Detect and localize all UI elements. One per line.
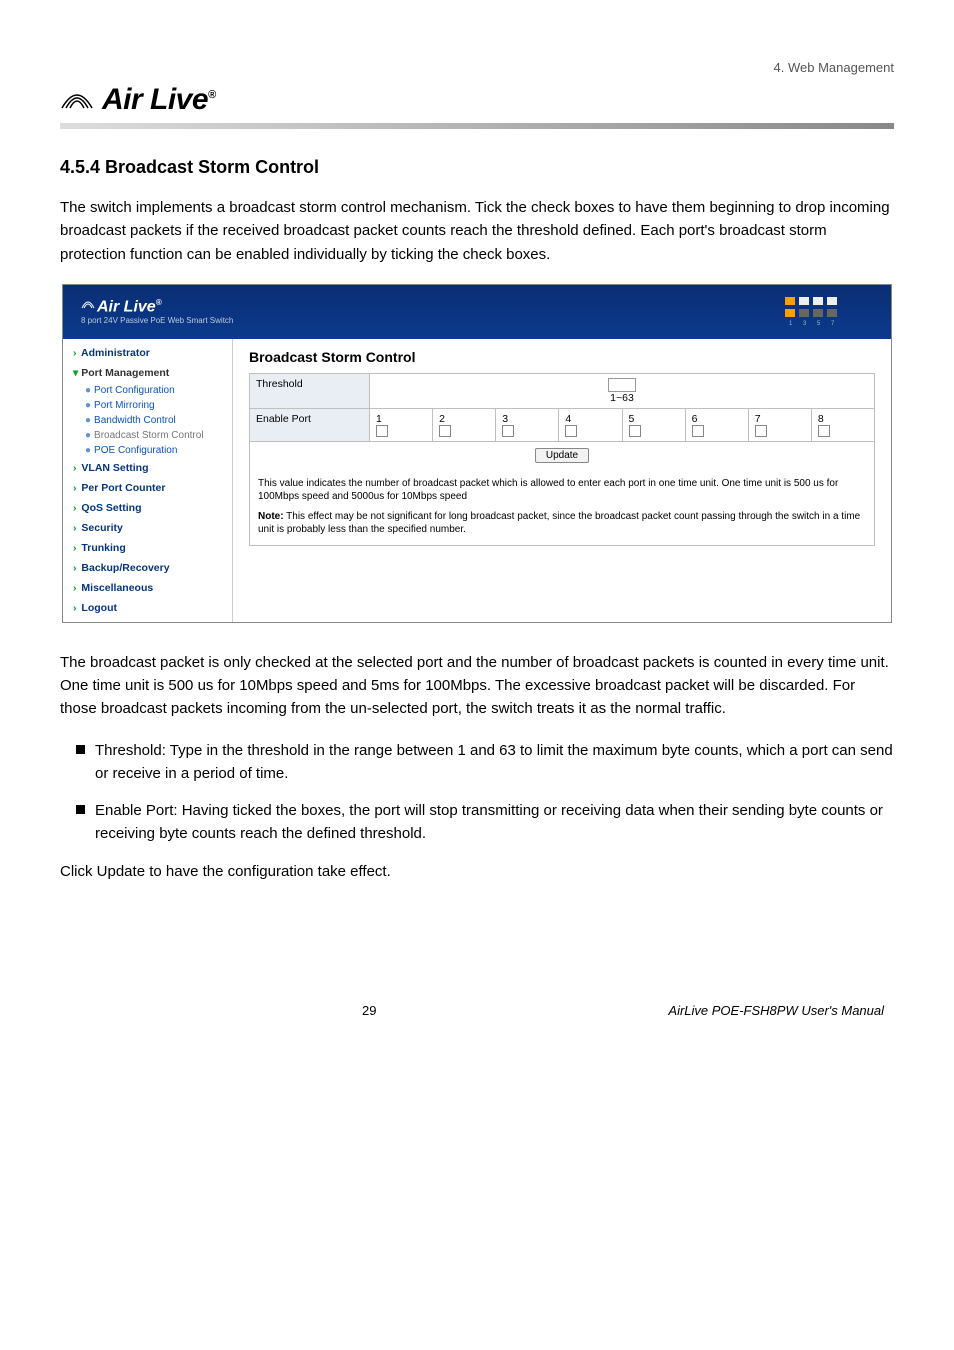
threshold-label: Threshold (250, 373, 370, 408)
threshold-range: 1~63 (610, 392, 634, 404)
webui-brand-text: Air Live (97, 298, 156, 315)
manual-title: AirLive POE-FSH8PW User's Manual (668, 1003, 884, 1018)
port-checkbox-5[interactable] (629, 425, 641, 437)
sidebar-port-configuration[interactable]: ●Port Configuration (63, 383, 232, 398)
sidebar-broadcast-storm[interactable]: ●Broadcast Storm Control (63, 428, 232, 443)
note-paragraph-1: This value indicates the number of broad… (258, 477, 866, 504)
port-graphic-icon: 1 3 5 7 (763, 295, 873, 329)
registered-mark: ® (208, 89, 216, 101)
header-divider (60, 123, 894, 129)
svg-text:5: 5 (817, 321, 821, 327)
sidebar-misc[interactable]: › Miscellaneous (63, 578, 232, 598)
broadcast-table: Threshold 1~63 Enable Port 1 2 3 4 5 6 (249, 373, 875, 442)
webui-sidebar: › Administrator ▾ Port Management ●Port … (63, 339, 233, 622)
explain-paragraph: The broadcast packet is only checked at … (60, 651, 894, 721)
sidebar-logout[interactable]: › Logout (63, 598, 232, 618)
sidebar-vlan[interactable]: › VLAN Setting (63, 458, 232, 478)
sidebar-trunking[interactable]: › Trunking (63, 538, 232, 558)
bullet-enable-port-text: Enable Port: Having ticked the boxes, th… (95, 799, 894, 846)
svg-text:7: 7 (831, 321, 835, 327)
port-checkbox-8[interactable] (818, 425, 830, 437)
webui-subtitle: 8 port 24V Passive PoE Web Smart Switch (81, 317, 233, 325)
port-checkbox-7[interactable] (755, 425, 767, 437)
svg-text:1: 1 (789, 321, 793, 327)
webui-banner: Air Live® 8 port 24V Passive PoE Web Sma… (63, 285, 891, 339)
section-heading: 4.5.4 Broadcast Storm Control (60, 157, 894, 178)
note-box: This value indicates the number of broad… (249, 469, 875, 546)
port-checkbox-6[interactable] (692, 425, 704, 437)
panel-heading: Broadcast Storm Control (249, 349, 875, 365)
sidebar-port-mirroring[interactable]: ●Port Mirroring (63, 398, 232, 413)
webui-main: Broadcast Storm Control Threshold 1~63 E… (233, 339, 891, 622)
brand-text: Air Live® (102, 83, 216, 117)
svg-text:3: 3 (803, 321, 807, 327)
sidebar-security[interactable]: › Security (63, 518, 232, 538)
bullet-square-icon (76, 745, 85, 754)
webui-screenshot: Air Live® 8 port 24V Passive PoE Web Sma… (62, 284, 892, 623)
brand-name: Air Live (102, 83, 208, 116)
port-checkbox-3[interactable] (502, 425, 514, 437)
port-cell-5: 5 (622, 408, 685, 441)
bullet-square-icon (76, 805, 85, 814)
webui-brand: Air Live® 8 port 24V Passive PoE Web Sma… (81, 299, 233, 325)
page-number: 29 (362, 1003, 376, 1018)
threshold-cell: 1~63 (370, 373, 875, 408)
sidebar-port-management[interactable]: ▾ Port Management (63, 363, 232, 383)
bullet-threshold-text: Threshold: Type in the threshold in the … (95, 739, 894, 786)
threshold-input[interactable] (608, 378, 636, 392)
bullet-threshold: Threshold: Type in the threshold in the … (60, 739, 894, 786)
update-button[interactable]: Update (535, 448, 589, 463)
port-cell-1: 1 (370, 408, 433, 441)
sidebar-administrator[interactable]: › Administrator (63, 343, 232, 363)
sidebar-bandwidth-control[interactable]: ●Bandwidth Control (63, 413, 232, 428)
sidebar-per-port-counter[interactable]: › Per Port Counter (63, 478, 232, 498)
port-checkbox-1[interactable] (376, 425, 388, 437)
port-cell-2: 2 (433, 408, 496, 441)
brand-logo: Air Live® (60, 83, 894, 117)
port-checkbox-4[interactable] (565, 425, 577, 437)
chapter-label: 4. Web Management (60, 60, 894, 75)
bullet-enable-port: Enable Port: Having ticked the boxes, th… (60, 799, 894, 846)
enable-port-label: Enable Port (250, 408, 370, 441)
page-footer: 29 AirLive POE-FSH8PW User's Manual (60, 1003, 894, 1018)
port-cell-6: 6 (685, 408, 748, 441)
port-cell-3: 3 (496, 408, 559, 441)
note-paragraph-2: Note: This effect may be not significant… (258, 510, 866, 537)
port-cell-8: 8 (811, 408, 874, 441)
port-cell-4: 4 (559, 408, 622, 441)
sidebar-qos[interactable]: › QoS Setting (63, 498, 232, 518)
wifi-icon (60, 88, 94, 112)
sidebar-poe-config[interactable]: ●POE Configuration (63, 443, 232, 458)
closing-paragraph: Click Update to have the configuration t… (60, 860, 894, 883)
port-checkbox-2[interactable] (439, 425, 451, 437)
port-cell-7: 7 (748, 408, 811, 441)
intro-paragraph: The switch implements a broadcast storm … (60, 196, 894, 266)
sidebar-backup[interactable]: › Backup/Recovery (63, 558, 232, 578)
